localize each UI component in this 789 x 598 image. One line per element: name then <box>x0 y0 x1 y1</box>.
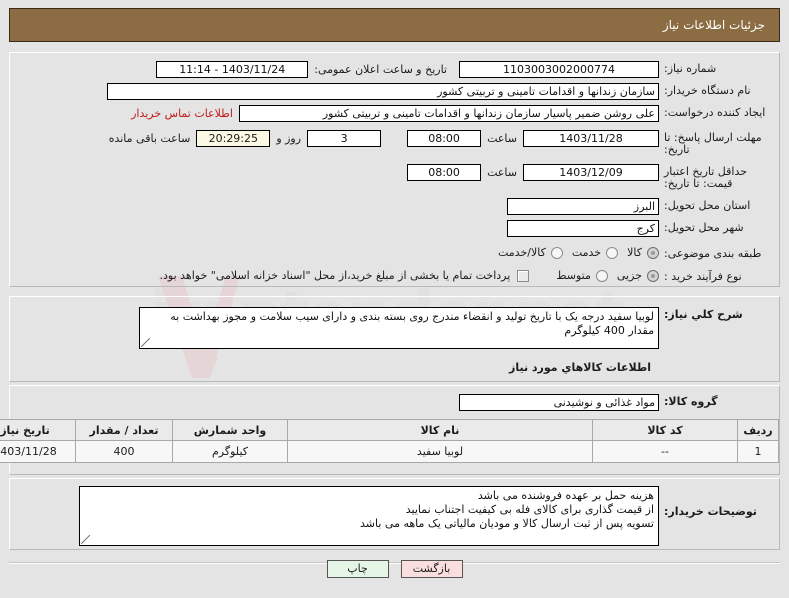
cell-code: -- <box>592 440 738 463</box>
cell-unit: کیلوگرم <box>172 440 288 463</box>
th-code: کد کالا <box>592 419 738 441</box>
price-validity-hour-input[interactable] <box>407 164 482 181</box>
row-need-number: شماره نیاز: تاریخ و ساعت اعلان عمومی: <box>10 59 779 78</box>
row-province: استان محل تحویل: <box>10 196 779 215</box>
purchase-type-label: نوع فرآیند خرید : <box>664 270 742 283</box>
remaining-days-input[interactable] <box>307 130 382 147</box>
requester-label: ایجاد کننده درخواست: <box>664 106 766 119</box>
need-number-input[interactable] <box>459 61 659 78</box>
radio-subject-goods-service[interactable]: کالا/خدمت <box>489 246 563 259</box>
description-label: شرح کلي نياز: <box>664 308 743 321</box>
need-info-panel: شماره نیاز: تاریخ و ساعت اعلان عمومی: نا… <box>9 52 780 287</box>
radio-purchase-minor[interactable]: جزیی <box>608 269 659 282</box>
price-validity-label: حداقل تاریخ اعتبار قیمت: تا تاریخ: <box>664 165 748 190</box>
buyer-notes-panel: توضیحات خریدار: هزینه حمل بر عهده فروشند… <box>9 478 780 550</box>
city-input[interactable] <box>507 220 659 237</box>
cell-name: لوبیا سفید <box>287 440 593 463</box>
radio-goods-service-label: کالا/خدمت <box>498 246 546 259</box>
row-subject-classification: طبقه بندی موضوعی: کالا خدمت کالا/خدمت <box>10 244 779 260</box>
th-index: ردیف <box>737 419 779 441</box>
description-panel: شرح کلي نياز: لوبیا سفید درجه یک با تاری… <box>9 296 780 382</box>
radio-goods-service-icon[interactable] <box>550 246 563 259</box>
th-qty: تعداد / مقدار <box>75 419 173 441</box>
radio-goods-icon[interactable] <box>647 246 659 259</box>
row-city: شهر محل تحویل: <box>10 218 779 237</box>
radio-minor-icon[interactable] <box>647 269 659 282</box>
buyer-contact-link[interactable]: اطلاعات تماس خریدار <box>131 107 233 120</box>
countdown-timer: 20:29:25 <box>196 130 271 147</box>
need-number-label: شماره نیاز: <box>664 62 717 75</box>
radio-minor-label: جزیی <box>616 269 642 282</box>
response-deadline-hour-input[interactable] <box>407 130 482 147</box>
row-goods-group: گروه کالا: <box>10 392 779 411</box>
radio-purchase-medium[interactable]: متوسط <box>547 269 608 282</box>
radio-service-icon[interactable] <box>606 246 619 259</box>
th-unit: واحد شمارش <box>172 419 288 441</box>
header: جزئیات اطلاعات نیاز <box>0 0 789 42</box>
row-buyer-notes: توضیحات خریدار: هزینه حمل بر عهده فروشند… <box>10 484 779 546</box>
city-label: شهر محل تحویل: <box>664 221 744 234</box>
goods-section-title: اطلاعات کالاهاي مورد نياز <box>509 361 651 374</box>
goods-group-label: گروه کالا: <box>664 395 718 408</box>
row-requester: ایجاد کننده درخواست: اطلاعات تماس خریدار <box>10 103 779 122</box>
page-title: جزئیات اطلاعات نیاز <box>9 8 780 42</box>
row-response-deadline: مهلت ارسال پاسخ: تا تاریخ: ساعت روز و 20… <box>10 128 779 156</box>
row-buyer-org: نام دستگاه خریدار: <box>10 81 779 100</box>
footer-actions: بازگشت چاپ <box>0 560 789 578</box>
th-date: تاریخ نیاز <box>0 419 76 441</box>
description-textarea[interactable]: لوبیا سفید درجه یک با تاریخ تولید و انقض… <box>139 307 659 349</box>
remaining-days-label: روز و <box>276 132 302 145</box>
row-description: شرح کلي نياز: لوبیا سفید درجه یک با تاری… <box>10 305 779 349</box>
response-deadline-hour-label: ساعت <box>487 132 517 145</box>
th-name: نام کالا <box>287 419 593 441</box>
cell-qty: 400 <box>75 440 173 463</box>
buyer-notes-label: توضیحات خریدار: <box>664 505 757 518</box>
subject-classification-label: طبقه بندی موضوعی: <box>664 247 762 260</box>
radio-goods-label: کالا <box>627 246 642 259</box>
radio-subject-service[interactable]: خدمت <box>563 246 619 259</box>
cell-index: 1 <box>737 440 779 463</box>
buyer-org-input[interactable] <box>107 83 659 100</box>
province-label: استان محل تحویل: <box>664 199 751 212</box>
cell-date: 1403/11/28 <box>0 440 76 463</box>
islamic-treasury-label: پرداخت تمام یا بخشی از مبلغ خرید،از محل … <box>159 269 511 282</box>
announce-datetime-input[interactable] <box>156 61 309 78</box>
goods-group-input[interactable] <box>459 394 659 411</box>
announce-label: تاریخ و ساعت اعلان عمومی: <box>314 63 447 76</box>
back-button[interactable]: بازگشت <box>400 560 463 578</box>
resize-grip-icon <box>141 338 150 347</box>
price-validity-hour-label: ساعت <box>487 166 517 179</box>
response-deadline-label: مهلت ارسال پاسخ: تا تاریخ: <box>664 131 762 156</box>
price-validity-date-input[interactable] <box>523 164 659 181</box>
print-button[interactable]: چاپ <box>326 560 389 578</box>
goods-table: ردیف کد کالا نام کالا واحد شمارش تعداد /… <box>0 419 779 463</box>
row-purchase-type: نوع فرآیند خرید : جزیی متوسط پرداخت تمام… <box>10 267 779 283</box>
row-goods-section-title: اطلاعات کالاهاي مورد نياز <box>10 359 779 374</box>
table-row: 1 -- لوبیا سفید کیلوگرم 400 1403/11/28 <box>0 440 779 463</box>
countdown-timer-label: ساعت باقی مانده <box>108 132 191 145</box>
buyer-notes-textarea[interactable]: هزینه حمل بر عهده فروشنده می باشد از قیم… <box>79 486 659 546</box>
goods-panel: گروه کالا: ردیف کد کالا نام کالا واحد شم… <box>0 385 780 475</box>
requester-input[interactable] <box>239 105 659 122</box>
radio-medium-icon[interactable] <box>595 269 608 282</box>
radio-medium-label: متوسط <box>556 269 591 282</box>
province-input[interactable] <box>507 198 659 215</box>
buyer-org-label: نام دستگاه خریدار: <box>664 84 751 97</box>
islamic-treasury-checkbox[interactable] <box>517 269 530 282</box>
resize-grip-icon <box>81 535 90 544</box>
response-deadline-date-input[interactable] <box>523 130 659 147</box>
radio-subject-goods[interactable]: کالا <box>618 246 659 259</box>
row-price-validity: حداقل تاریخ اعتبار قیمت: تا تاریخ: ساعت <box>10 162 779 190</box>
radio-service-label: خدمت <box>571 246 602 259</box>
table-header-row: ردیف کد کالا نام کالا واحد شمارش تعداد /… <box>0 419 779 441</box>
